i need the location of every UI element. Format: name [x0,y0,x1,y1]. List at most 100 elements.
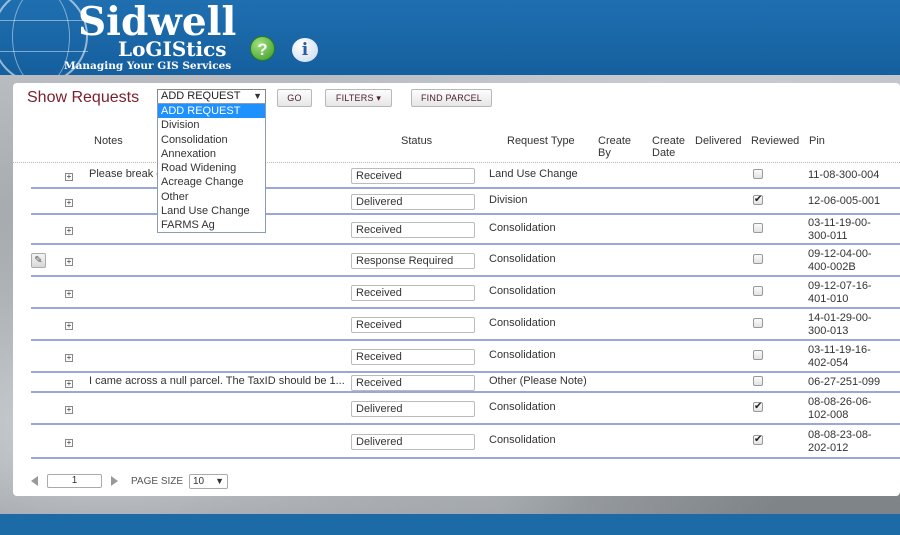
row-pin: 03-11-19-00-300-011 [808,217,871,242]
row-request-type: Land Use Change [489,168,578,180]
request-type-dropdown[interactable]: ADD REQUEST Division Consolidation Annexati… [157,103,266,233]
row-note: Please break o [89,168,163,180]
col-create-by[interactable]: Create By [598,135,638,159]
row-pin: 09-12-07-16-401-010 [808,280,872,305]
row-pin: 09-12-04-00-400-002B [808,248,872,273]
expand-row-icon[interactable]: + [65,380,73,388]
reviewed-checkbox[interactable]: ✔ [753,402,763,412]
row-request-type: Consolidation [489,317,556,329]
info-icon[interactable]: i [292,38,318,62]
request-type-select-value: ADD REQUEST [161,90,241,102]
find-parcel-button[interactable]: FIND PARCEL [411,89,492,107]
status-field[interactable]: Received [351,168,475,184]
dropdown-option[interactable]: Annexation [158,147,265,161]
dropdown-option[interactable]: FARMS Ag [158,218,265,232]
next-page-icon[interactable] [111,476,118,486]
row-pin: 08-08-23-08-202-012 [808,429,872,454]
col-create-date[interactable]: Create Date [652,135,692,159]
row-pin: 03-11-19-16-402-054 [808,344,871,369]
logo-subtitle: LoGIStics [118,37,227,61]
table-row[interactable]: + Received Consolidation 14-01-29-00-300-01… [31,309,900,341]
col-reviewed[interactable]: Reviewed [751,135,799,147]
dropdown-option[interactable]: ADD REQUEST [158,104,265,119]
page-title: Show Requests [27,89,140,106]
reviewed-checkbox[interactable] [753,350,763,360]
status-field[interactable]: Received [351,285,475,301]
col-delivered[interactable]: Delivered [695,135,741,147]
page-number-input[interactable]: 1 [47,474,102,488]
expand-row-icon[interactable]: + [65,439,73,447]
prev-page-icon[interactable] [31,476,38,486]
reviewed-checkbox[interactable] [753,254,763,264]
reviewed-checkbox[interactable] [753,223,763,233]
status-field[interactable]: Received [351,349,475,365]
row-request-type: Division [489,194,528,206]
chevron-down-icon: ▼ [253,91,262,101]
reviewed-checkbox[interactable]: ✔ [753,195,763,205]
toolbar: Show Requests ADD REQUEST ▼ ADD REQUEST D… [13,83,900,233]
col-status[interactable]: Status [401,135,432,147]
status-field[interactable]: Received [351,222,475,238]
expand-row-icon[interactable]: + [65,354,73,362]
page-size-label: PAGE SIZE [131,476,184,487]
dropdown-option[interactable]: Land Use Change [158,204,265,218]
app-header: Sidwell LoGIStics Managing Your GIS Serv… [0,0,900,75]
row-request-type: Other (Please Note) [489,375,587,387]
filters-button[interactable]: FILTERS ▾ [325,89,392,107]
reviewed-checkbox[interactable] [753,318,763,328]
reviewed-checkbox[interactable] [753,169,763,179]
status-field[interactable]: Delivered [351,194,475,210]
table-row[interactable]: + Delivered Consolidation ✔ 08-08-26-06-102-… [31,393,900,425]
requests-panel: Show Requests ADD REQUEST ▼ ADD REQUEST D… [13,83,900,496]
expand-row-icon[interactable]: + [65,322,73,330]
row-pin: 11-08-300-004 [808,169,880,181]
table-row[interactable]: ✎ + Response Required Consolidation 09-12-04… [31,245,900,277]
col-pin[interactable]: Pin [809,135,825,147]
dropdown-option[interactable]: Other [158,190,265,204]
row-request-type: Consolidation [489,285,556,297]
row-request-type: Consolidation [489,401,556,413]
status-field[interactable]: Response Required [351,253,475,269]
reviewed-checkbox[interactable]: ✔ [753,435,763,445]
reviewed-checkbox[interactable] [753,286,763,296]
table-header: Notes Status Request Type Create By Crea… [13,131,900,163]
table-row[interactable]: + Received Consolidation 03-11-19-16-402-05… [31,341,900,373]
expand-row-icon[interactable]: + [65,258,73,266]
help-icon[interactable]: ? [250,36,275,61]
row-request-type: Consolidation [489,222,556,234]
pager: 1 PAGE SIZE 10 ▼ [13,472,900,492]
row-request-type: Consolidation [489,434,556,446]
table-row[interactable]: + I came across a null parcel. The TaxID … [31,373,900,393]
status-field[interactable]: Received [351,317,475,333]
expand-row-icon[interactable]: + [65,406,73,414]
chevron-down-icon: ▼ [215,476,224,486]
expand-row-icon[interactable]: + [65,290,73,298]
status-field[interactable]: Received [351,375,475,391]
table-row[interactable]: + Received Consolidation 09-12-07-16-401-01… [31,277,900,309]
row-pin: 14-01-29-00-300-013 [808,312,872,337]
page-size-select[interactable]: 10 ▼ [189,474,228,489]
table-row[interactable]: + Delivered Consolidation ✔ 08-08-23-08-202-… [31,425,900,459]
dropdown-option[interactable]: Consolidation [158,133,265,147]
footer-band [0,514,900,535]
status-field[interactable]: Delivered [351,401,475,417]
row-request-type: Consolidation [489,253,556,265]
dropdown-option[interactable]: Acreage Change [158,175,265,189]
row-pin: 12-06-005-001 [808,195,881,207]
row-pin: 08-08-26-06-102-008 [808,396,872,421]
expand-row-icon[interactable]: + [65,199,73,207]
dropdown-option[interactable]: Road Widening [158,161,265,175]
col-request-type[interactable]: Request Type [507,135,575,147]
page-size-value: 10 [193,476,205,487]
col-notes[interactable]: Notes [94,135,123,147]
status-field[interactable]: Delivered [351,434,475,450]
edit-pencil-icon[interactable]: ✎ [31,253,46,268]
dropdown-option[interactable]: Division [158,118,265,132]
logo-tagline: Managing Your GIS Services [64,60,232,72]
reviewed-checkbox[interactable] [753,376,763,386]
row-request-type: Consolidation [489,349,556,361]
request-type-select[interactable]: ADD REQUEST ▼ [157,89,266,104]
expand-row-icon[interactable]: + [65,173,73,181]
go-button[interactable]: GO [277,89,312,107]
expand-row-icon[interactable]: + [65,227,73,235]
